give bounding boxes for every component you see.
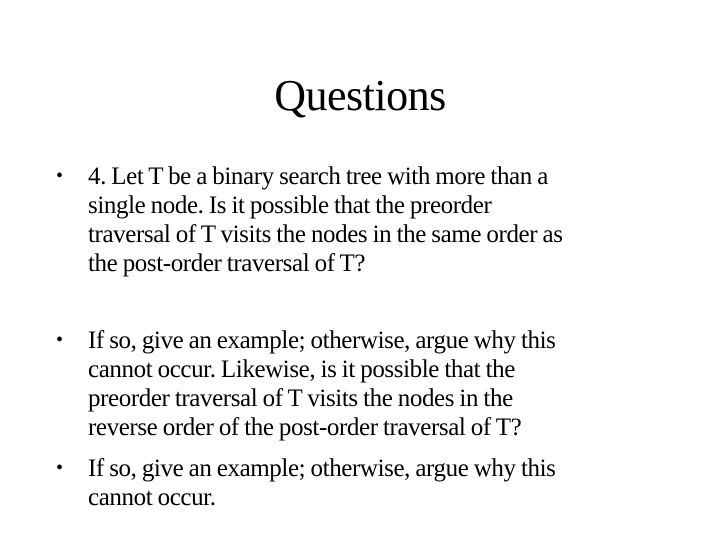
bullet-line: the post-order traversal of T? (88, 250, 366, 277)
bullet-text: 4. Let T be a binary search tree with mo… (88, 162, 676, 278)
bullet-text: If so, give an example; otherwise, argue… (88, 326, 676, 442)
slide-title: Questions (274, 71, 446, 120)
bullet-icon: • (56, 165, 63, 187)
bullet-line: If so, give an example; otherwise, argue… (88, 455, 556, 482)
bullet-line: 4. Let T be a binary search tree with mo… (88, 163, 548, 190)
bullet-line: preorder traversal of T visits the nodes… (88, 385, 513, 412)
bullet-icon: • (56, 329, 63, 351)
bullet-item: • If so, give an example; otherwise, arg… (56, 326, 676, 442)
bullet-line: cannot occur. (88, 484, 216, 511)
bullet-line: traversal of T visits the nodes in the s… (88, 221, 563, 248)
bullet-icon: • (56, 457, 63, 479)
slide: Questions • 4. Let T be a binary search … (0, 0, 720, 540)
bullet-line: reverse order of the post-order traversa… (88, 414, 522, 441)
bullet-line: single node. Is it possible that the pre… (88, 192, 492, 219)
bullet-line: cannot occur. Likewise, is it possible t… (88, 356, 515, 383)
bullet-item: • 4. Let T be a binary search tree with … (56, 162, 676, 278)
bullet-line: If so, give an example; otherwise, argue… (88, 327, 556, 354)
bullet-text: If so, give an example; otherwise, argue… (88, 454, 676, 512)
bullet-item: • If so, give an example; otherwise, arg… (56, 454, 676, 512)
